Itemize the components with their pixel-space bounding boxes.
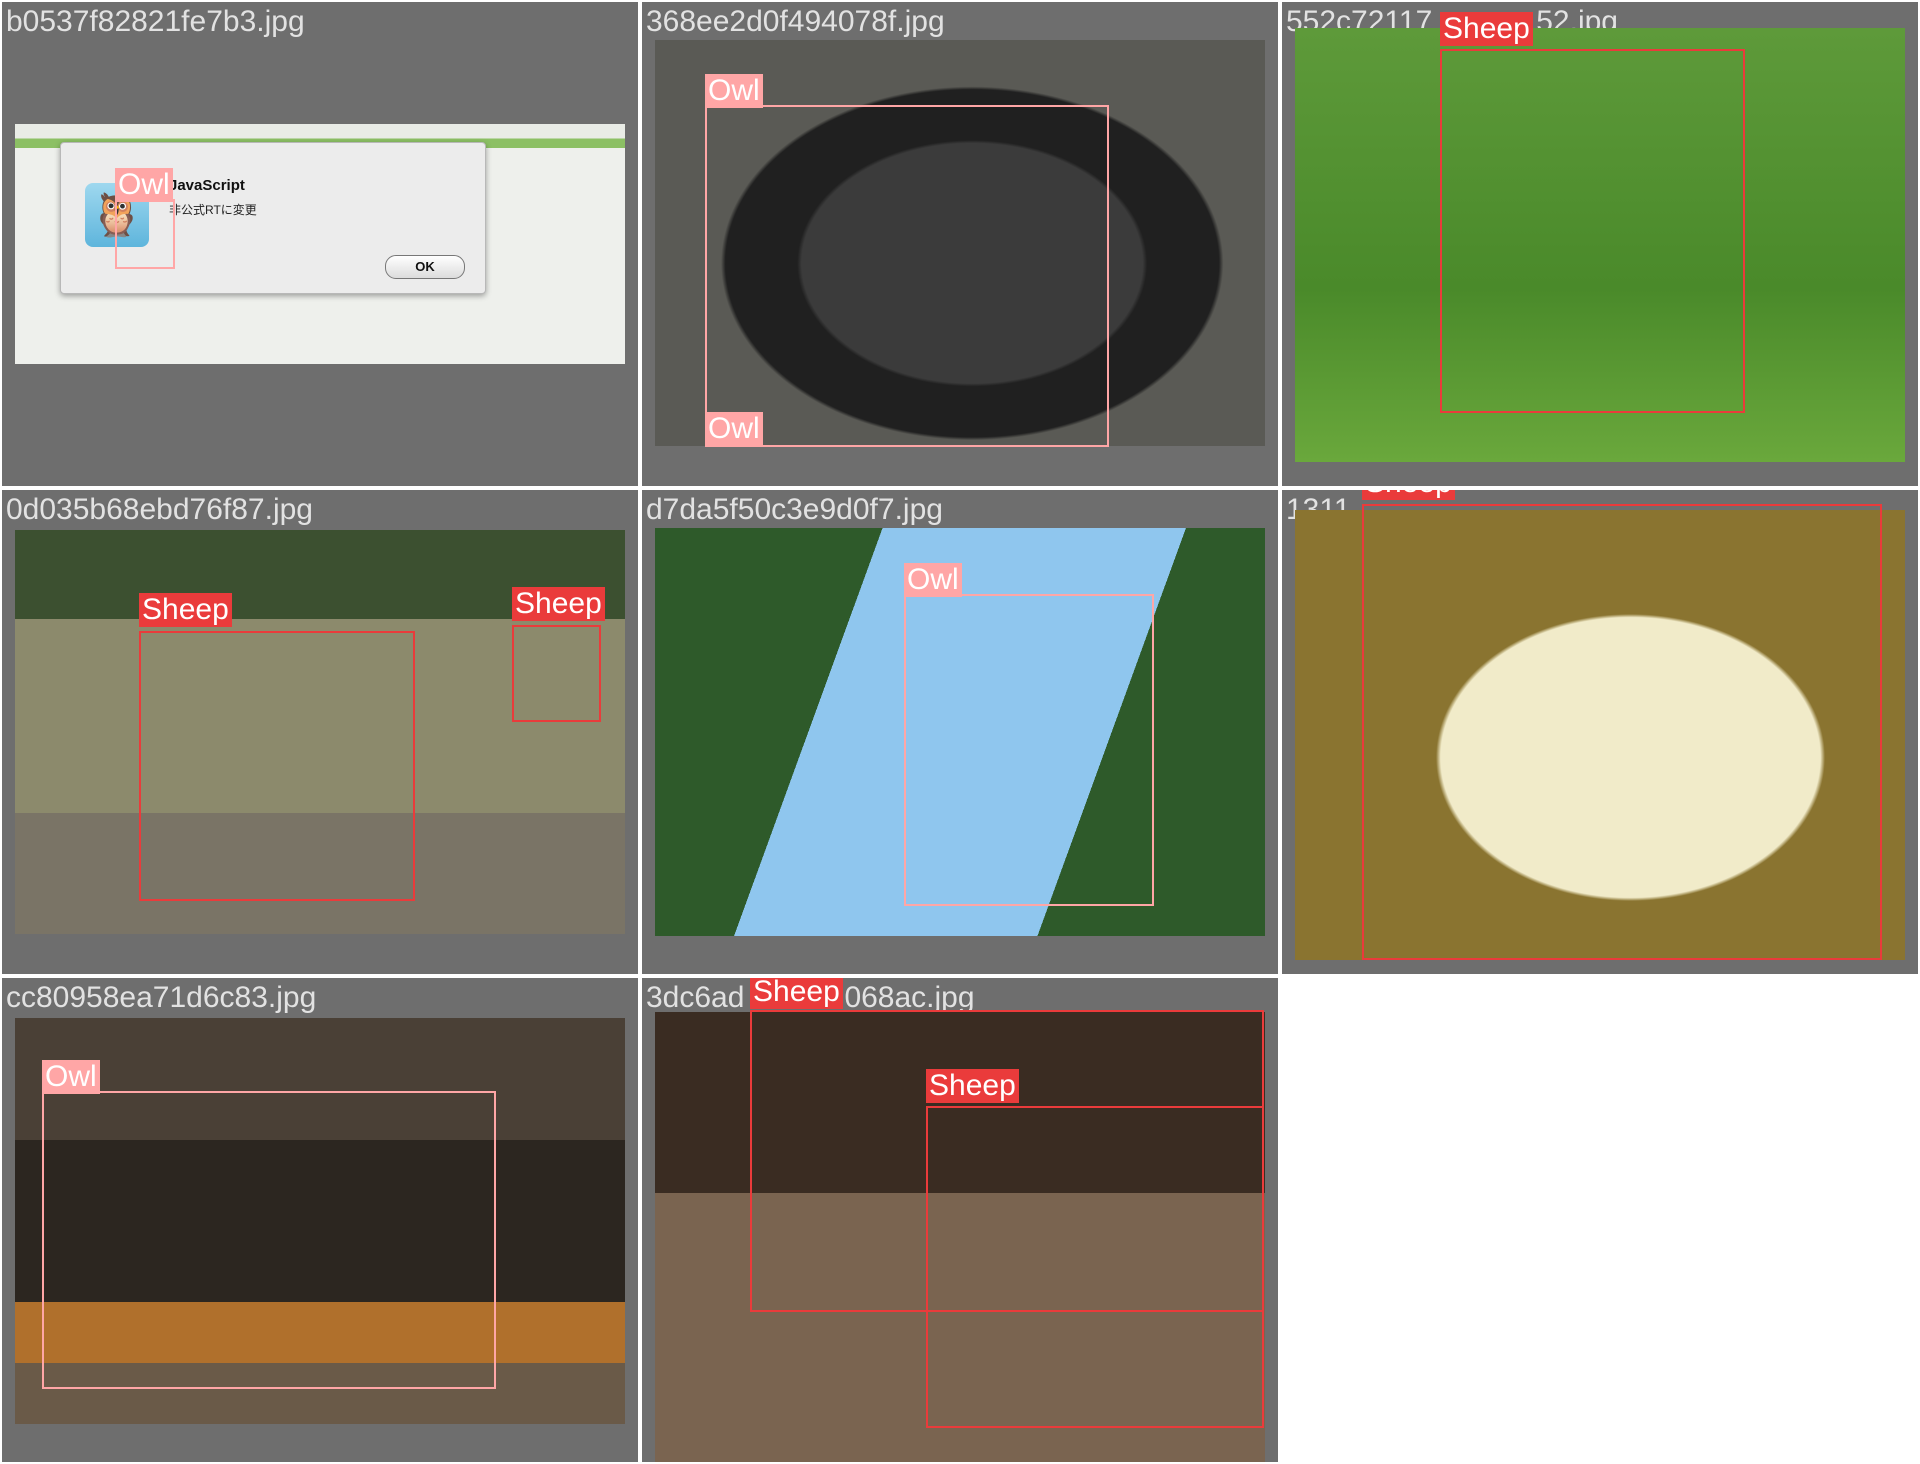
grid-tile-6: 1311 Sheep (1282, 490, 1918, 974)
detection-label: Sheep (1440, 12, 1533, 46)
grid-tile-2: 368ee2d0f494078f.jpg Owl Owl (642, 2, 1278, 486)
detection-label: Owl (904, 563, 962, 597)
bounding-box-owl (705, 105, 1109, 447)
bounding-box-sheep (1440, 49, 1745, 413)
detection-label: Sheep (1362, 490, 1455, 500)
detection-label: Owl (705, 412, 763, 446)
detection-label: Owl (705, 74, 763, 108)
tile-filename: 0d035b68ebd76f87.jpg (6, 493, 313, 526)
grid-tile-7: cc80958ea71d6c83.jpg Owl (2, 978, 638, 1462)
grid-tile-4: 0d035b68ebd76f87.jpg Sheep Sheep (2, 490, 638, 974)
tile-filename: 368ee2d0f494078f.jpg (646, 5, 945, 38)
detection-label: Sheep (512, 587, 605, 621)
detection-label: Owl (42, 1060, 100, 1094)
grid-tile-5: d7da5f50c3e9d0f7.jpg Owl (642, 490, 1278, 974)
tile-filename: cc80958ea71d6c83.jpg (6, 981, 317, 1014)
bounding-box-owl (904, 594, 1154, 906)
bounding-box-owl (42, 1091, 496, 1389)
detection-label: Sheep (750, 978, 843, 1009)
grid-tile-1: b0537f82821fe7b3.jpg 🦉 JavaScript 非公式RTに… (2, 2, 638, 486)
grid-tile-3: 552c72117 52.jpg Sheep (1282, 2, 1918, 486)
detection-label: Sheep (926, 1069, 1019, 1103)
bounding-box-sheep (512, 625, 601, 722)
grid-tile-8: 3dc6ad 068ac.jpg Sheep Sheep (642, 978, 1278, 1462)
detection-label: Sheep (139, 593, 232, 627)
bounding-box-sheep (139, 631, 415, 901)
bounding-box-sheep (926, 1106, 1264, 1428)
photo-screenshot: 🦉 JavaScript 非公式RTに変更 OK (15, 124, 625, 364)
dialog-message: 非公式RTに変更 (169, 203, 257, 217)
ok-button[interactable]: OK (385, 255, 465, 279)
filename-start: 3dc6ad (646, 981, 745, 1014)
bounding-box-sheep (1362, 504, 1882, 960)
dialog-title: JavaScript (169, 177, 245, 194)
tile-filename: d7da5f50c3e9d0f7.jpg (646, 493, 943, 526)
tile-filename: b0537f82821fe7b3.jpg (6, 5, 305, 38)
bounding-box-owl (115, 199, 175, 269)
detection-label: Owl (115, 168, 173, 202)
